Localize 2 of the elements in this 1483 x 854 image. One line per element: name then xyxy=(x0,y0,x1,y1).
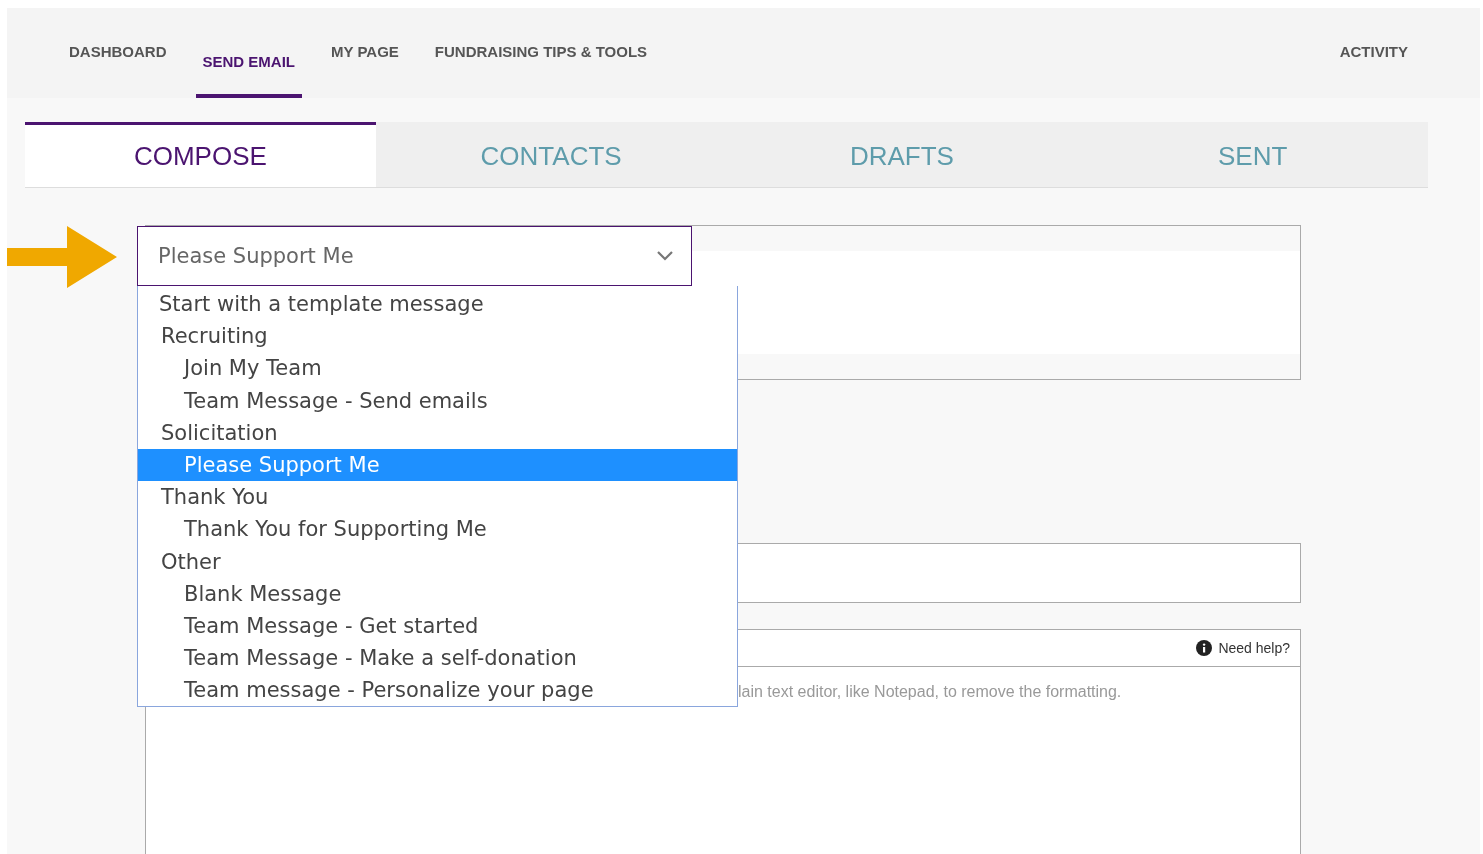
editor-hint: lain text editor, like Notepad, to remove the formatting. xyxy=(738,683,1122,701)
select-value: Please Support Me xyxy=(158,244,354,268)
